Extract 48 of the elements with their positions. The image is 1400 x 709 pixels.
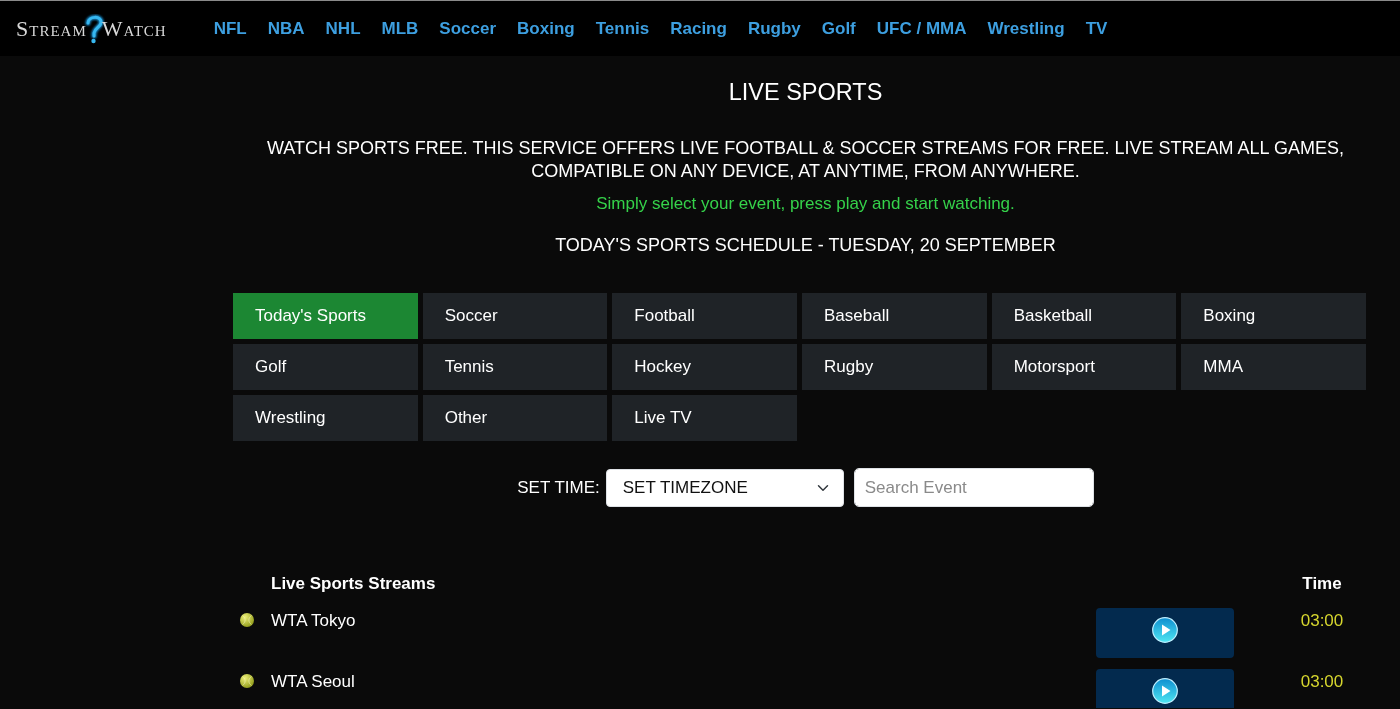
event-name: WTA Seoul [271, 671, 356, 693]
tennis-ball-icon [240, 613, 254, 627]
category-tab[interactable]: Baseball [802, 293, 987, 339]
play-button[interactable] [1096, 608, 1234, 658]
event-time: 03:00 [1299, 610, 1345, 632]
nav-link[interactable]: Boxing [517, 15, 575, 42]
schedule-heading: TODAY'S SPORTS SCHEDULE - TUESDAY, 20 SEPTEMBER [554, 234, 1057, 257]
nav-link[interactable]: NFL [213, 15, 247, 42]
category-tab[interactable]: Golf [233, 344, 418, 390]
category-tab[interactable]: Live TV [612, 395, 797, 441]
set-time-label: SET TIME: [517, 476, 600, 499]
timezone-select[interactable]: SET TIMEZONE [605, 468, 844, 507]
category-tab[interactable]: Basketball [991, 293, 1177, 339]
nav-link[interactable]: Rugby [747, 15, 801, 42]
nav-link[interactable]: NHL [325, 15, 361, 42]
category-tab[interactable]: Soccer [422, 293, 608, 339]
category-tab[interactable]: Football [612, 293, 797, 339]
intro-text: WATCH SPORTS FREE. THIS SERVICE OFFERS LIVE FOOTBALL & SOCCER STREAMS FOR FREE. LIVE STREAM ALL GAMES, COMPATIBLE ON ANY DEVICE, AT ANYTIME, FROM ANYWHERE. [266, 137, 1345, 183]
column-header: Live Sports Streams [271, 573, 437, 595]
nav-link[interactable]: NBA [267, 15, 305, 42]
category-tab[interactable]: Tennis [422, 344, 608, 390]
nav-link[interactable]: TV [1085, 15, 1108, 42]
category-tab[interactable]: MMA [1181, 344, 1366, 390]
column-header: Time [1301, 573, 1343, 595]
event-time: 03:00 [1299, 671, 1345, 693]
nav-link[interactable]: Racing [670, 15, 727, 42]
page-title: LIVE SPORTS [727, 78, 884, 106]
category-tab[interactable]: Motorsport [991, 344, 1177, 390]
nav-link[interactable]: Golf [821, 15, 856, 42]
nav-link[interactable]: Tennis [595, 15, 650, 42]
nav-link[interactable]: UFC / MMA [876, 15, 967, 42]
nav-link[interactable]: MLB [381, 15, 419, 42]
play-button[interactable] [1096, 669, 1234, 708]
logo-link[interactable]: Stream Watch [16, 13, 167, 44]
category-tab[interactable]: Wrestling [233, 395, 418, 441]
category-tab[interactable]: Hockey [612, 344, 797, 390]
play-icon [1152, 678, 1178, 704]
category-tab[interactable]: Today's Sports [233, 293, 418, 339]
tennis-ball-icon [240, 674, 254, 688]
search-field[interactable]: Search Event [853, 468, 1094, 507]
tagline-text: Simply select your event, press play and start watching. [595, 193, 1016, 215]
category-tab[interactable]: Other [422, 395, 608, 441]
play-icon [1152, 617, 1178, 643]
event-name: WTA Tokyo [271, 610, 357, 632]
nav-link[interactable]: Soccer [439, 15, 497, 42]
nav-link[interactable]: Wrestling [987, 15, 1065, 42]
category-tab[interactable]: Boxing [1181, 293, 1366, 339]
category-tab[interactable]: Rugby [802, 344, 987, 390]
